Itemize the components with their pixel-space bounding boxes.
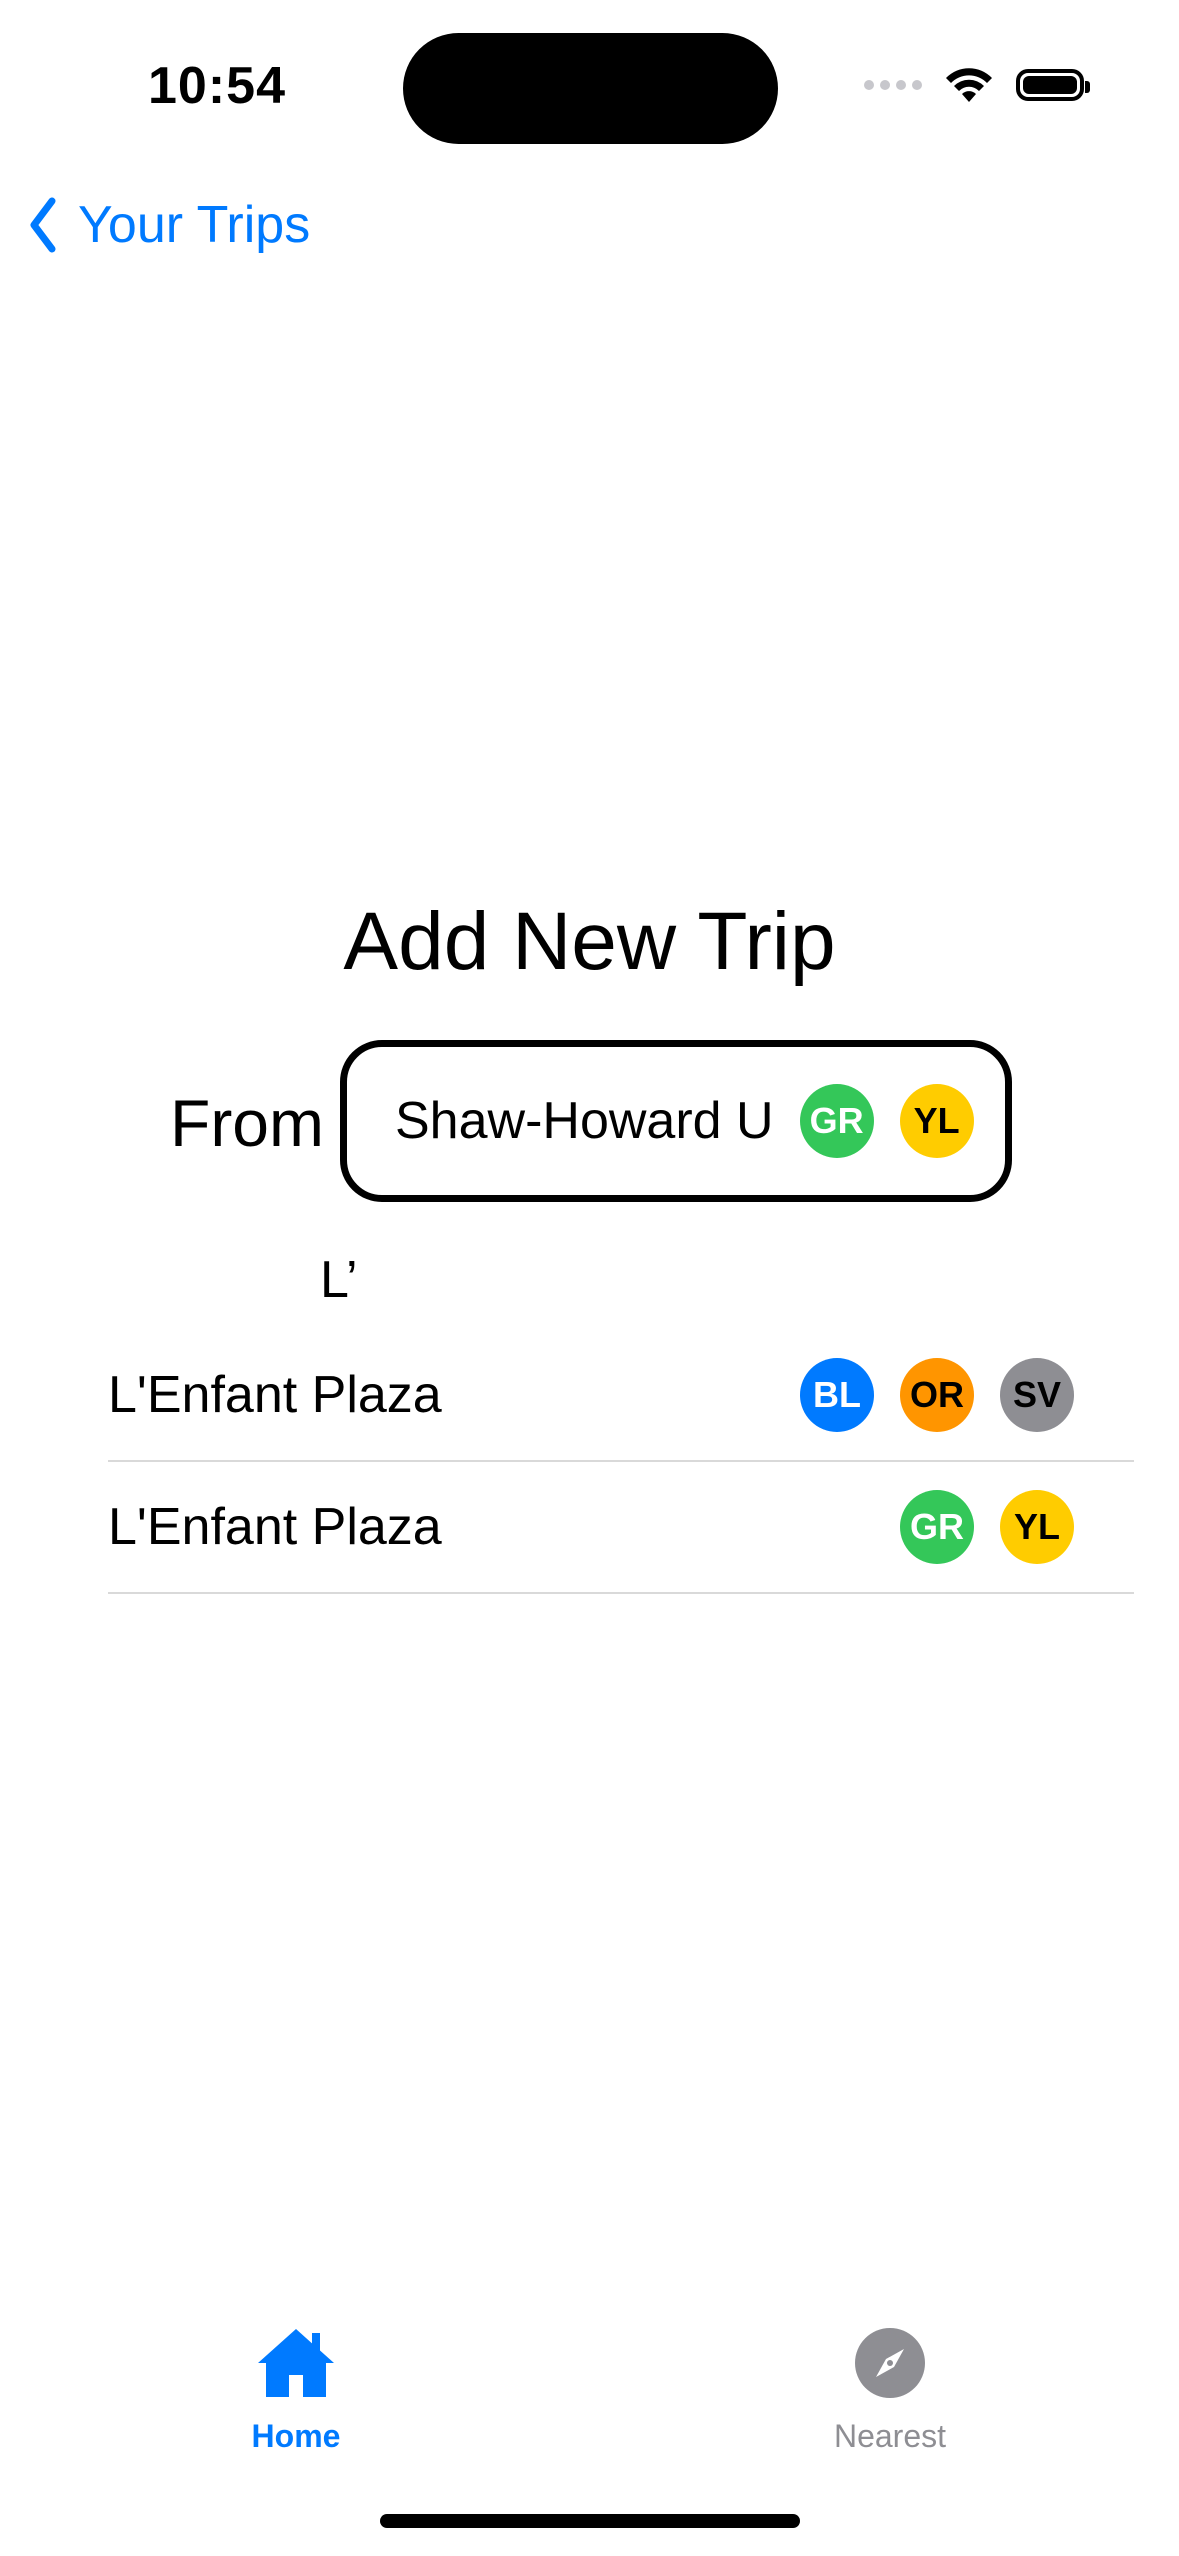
line-badges: BL OR SV — [800, 1358, 1074, 1432]
line-badges: GR YL — [900, 1490, 1074, 1564]
from-station-field[interactable]: Shaw-Howard U GR YL — [340, 1040, 1012, 1202]
station-name: L'Enfant Plaza — [108, 1366, 442, 1424]
compass-icon — [855, 2328, 925, 2398]
tab-home-label: Home — [251, 2418, 341, 2454]
station-name: L'Enfant Plaza — [108, 1498, 442, 1556]
status-time: 10:54 — [148, 57, 286, 115]
line-badge-yl: YL — [1000, 1490, 1074, 1564]
status-icons — [864, 66, 1090, 104]
line-badge-sv: SV — [1000, 1358, 1074, 1432]
line-badge-yl: YL — [899, 1084, 974, 1158]
from-label: From — [170, 1086, 324, 1160]
chevron-left-icon — [30, 197, 56, 253]
tab-home[interactable]: Home — [206, 2325, 386, 2455]
tab-nearest-label: Nearest — [833, 2418, 947, 2454]
cellular-signal-icon — [864, 80, 922, 90]
dynamic-island — [403, 33, 778, 144]
back-label: Your Trips — [78, 196, 311, 254]
home-indicator — [380, 2514, 800, 2528]
line-badge-gr: GR — [900, 1490, 974, 1564]
from-station-name: Shaw-Howard U — [395, 1092, 774, 1150]
list-item[interactable]: L'Enfant Plaza BL OR SV — [108, 1330, 1134, 1462]
line-badge-or: OR — [900, 1358, 974, 1432]
list-item[interactable]: L'Enfant Plaza GR YL — [108, 1462, 1134, 1594]
wifi-icon — [946, 68, 992, 102]
battery-icon — [1016, 69, 1090, 101]
house-icon — [258, 2329, 334, 2397]
tab-nearest[interactable]: Nearest — [800, 2325, 980, 2455]
page-title: Add New Trip — [343, 896, 836, 987]
station-results-list: L'Enfant Plaza BL OR SV L'Enfant Plaza G… — [108, 1330, 1134, 1594]
line-badge-bl: BL — [800, 1358, 874, 1432]
to-station-input[interactable]: L’ — [320, 1250, 358, 1310]
back-button[interactable]: Your Trips — [28, 195, 310, 255]
line-badge-gr: GR — [799, 1084, 874, 1158]
